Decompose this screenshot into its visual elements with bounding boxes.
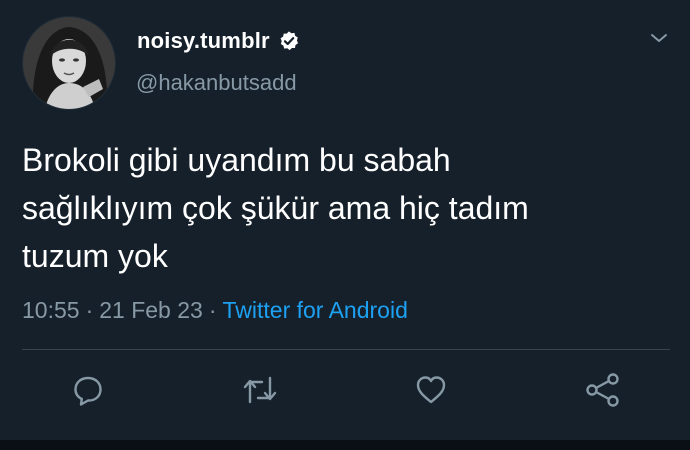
reply-icon	[74, 376, 102, 406]
reply-button[interactable]	[66, 368, 110, 412]
tweet-text: Brokoli gibi uyandım bu sabah sağlıklıyı…	[22, 136, 672, 280]
retweet-icon	[243, 376, 277, 404]
retweet-button[interactable]	[238, 368, 282, 412]
tweet-date[interactable]: 21 Feb 23	[99, 297, 203, 323]
tweet-source-link[interactable]: Twitter for Android	[223, 297, 408, 323]
avatar-image	[23, 17, 115, 109]
handle[interactable]: @hakanbutsadd	[136, 70, 297, 96]
bottom-strip	[0, 440, 690, 450]
tweet-card: noisy.tumblr @hakanbutsadd Brokoli gibi …	[0, 0, 690, 440]
heart-icon	[416, 376, 446, 404]
display-name-row: noisy.tumblr	[137, 28, 300, 54]
divider	[22, 349, 670, 350]
tweet-text-line: sağlıklıyım çok şükür ama hiç tadım	[22, 190, 529, 226]
chevron-down-icon[interactable]	[648, 30, 670, 46]
display-name[interactable]: noisy.tumblr	[137, 28, 270, 54]
verified-badge-icon	[278, 30, 300, 52]
avatar[interactable]	[22, 16, 116, 110]
tweet-meta: 10:55 · 21 Feb 23 · Twitter for Android	[22, 297, 408, 324]
share-button[interactable]	[581, 368, 625, 412]
meta-separator: ·	[208, 297, 217, 323]
share-icon	[586, 373, 619, 407]
like-button[interactable]	[409, 368, 453, 412]
tweet-time[interactable]: 10:55	[22, 297, 80, 323]
meta-separator: ·	[85, 297, 94, 323]
action-bar	[0, 368, 690, 412]
tweet-text-line: tuzum yok	[22, 238, 168, 274]
tweet-text-line: Brokoli gibi uyandım bu sabah	[22, 142, 451, 178]
